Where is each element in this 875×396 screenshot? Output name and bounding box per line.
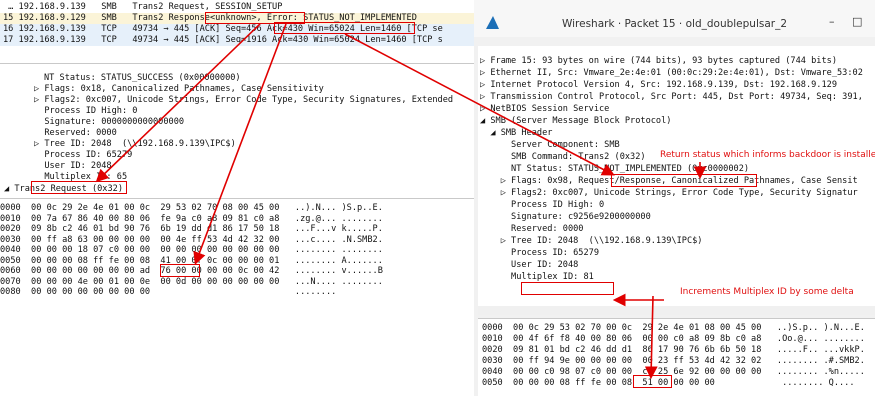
divider <box>0 63 474 64</box>
multiplex-81-box <box>521 282 614 295</box>
multiplex-65-highlight <box>31 181 127 194</box>
tree-item[interactable]: User ID: 2048 <box>34 161 111 172</box>
horizontal-scrollbar[interactable] <box>478 306 875 315</box>
maximize-button[interactable]: □ <box>852 15 862 28</box>
hex-row: 0080 00 00 00 00 00 00 00 00 ........ <box>0 287 337 297</box>
window-title: Wireshark · Packet 15 · old_doublepulsar… <box>561 18 788 30</box>
hex-row: 0020 09 8b c2 46 01 bd 90 76 6b 19 dd d1… <box>0 224 383 234</box>
tree-item[interactable]: SMB Command: Trans2 (0x32) <box>480 152 646 163</box>
tree-item-smb-header[interactable]: ◢ SMB Header <box>480 128 552 139</box>
tree-item-netbios[interactable]: ▷ NetBIOS Session Service <box>480 104 609 115</box>
hex-row: 0030 00 ff a8 63 00 00 00 00 00 4e ff 53… <box>0 234 383 245</box>
hex-row: 0000 00 0c 29 53 02 70 00 0c 29 2e 4e 01… <box>482 323 865 333</box>
tree-item[interactable]: Server Component: SMB <box>480 140 620 151</box>
hex-row: 0000 00 0c 29 2e 4e 01 00 0c 29 53 02 70… <box>0 203 383 213</box>
tree-item[interactable]: Signature: 0000000000000000 <box>34 117 184 128</box>
tree-item[interactable]: ▷ Flags: 0x18, Canonicalized Pathnames, … <box>34 84 324 95</box>
tree-item[interactable]: ▷ Flags2: 0xc007, Unicode Strings, Error… <box>480 188 858 199</box>
hex-row: 0030 00 ff 94 9e 00 00 00 00 00 23 ff 53… <box>482 356 865 366</box>
tree-item[interactable]: Process ID High: 0 <box>34 106 137 117</box>
tree-item[interactable]: NT Status: STATUS_SUCCESS (0x00000000) <box>44 73 241 84</box>
tree-item-smb[interactable]: ◢ SMB (Server Message Block Protocol) <box>480 116 671 127</box>
tree-item-frame[interactable]: ▷ Frame 15: 93 bytes on wire (744 bits),… <box>480 56 837 67</box>
hex-row: 0040 00 00 c0 98 07 c0 00 00 c9 25 6e 92… <box>482 367 865 377</box>
left-pane: … 192.168.9.139 SMB Trans2 Request, SESS… <box>0 0 475 396</box>
packet-bytes: 0000 00 0c 29 53 02 70 00 0c 29 2e 4e 01… <box>478 318 875 396</box>
hex-row: 0070 00 00 00 4e 00 01 00 0e 00 0d 00 00… <box>0 276 383 287</box>
hex-row: 0040 00 00 00 18 07 c0 00 00 00 00 00 00… <box>0 245 383 255</box>
tree-item[interactable]: ▷ Flags2: 0xc007, Unicode Strings, Error… <box>34 95 453 106</box>
status-not-implemented-highlight <box>274 22 415 34</box>
title-bar[interactable]: Wireshark · Packet 15 · old_doublepulsar… <box>474 0 875 37</box>
tree-item[interactable]: ▷ Tree ID: 2048 (\\192.168.9.139\IPC$) <box>480 236 703 247</box>
tree-item-ethernet[interactable]: ▷ Ethernet II, Src: Vmware_2e:4e:01 (00:… <box>480 68 863 79</box>
tree-item[interactable]: Process ID: 65279 <box>480 248 599 259</box>
tree-item[interactable]: Reserved: 0000 <box>34 128 116 139</box>
tree-item[interactable]: Process ID: 65279 <box>34 150 132 161</box>
tree-item[interactable]: Signature: c9256e9200000000 <box>480 212 651 223</box>
hex-row: 0020 09 81 01 bd c2 46 dd d1 86 17 90 76… <box>482 345 865 355</box>
divider <box>0 198 474 199</box>
minimize-button[interactable]: – <box>829 15 835 28</box>
backdoor-annotation: Return status which informs backdoor is … <box>660 150 875 160</box>
tree-item-ip[interactable]: ▷ Internet Protocol Version 4, Src: 192.… <box>480 80 837 91</box>
hex-row: 0010 00 4f 6f f8 40 00 80 06 00 00 c0 a8… <box>482 334 865 344</box>
hex-row: 0010 00 7a 67 86 40 00 80 06 fe 9a c0 a8… <box>0 213 383 224</box>
hex-41-highlight <box>160 264 200 277</box>
tree-item-tcp[interactable]: ▷ Transmission Control Protocol, Src Por… <box>480 92 863 103</box>
multiplex-annotation: Increments Multiplex ID by some delta <box>680 287 854 297</box>
tree-item[interactable]: ▷ Tree ID: 2048 (\\192.168.9.139\IPC$) <box>34 139 236 150</box>
tree-item[interactable]: Reserved: 0000 <box>480 224 583 235</box>
packet-window: Wireshark · Packet 15 · old_doublepulsar… <box>474 0 875 396</box>
status-not-implemented-box <box>611 174 757 187</box>
tree-item[interactable]: Process ID High: 0 <box>480 200 604 211</box>
hex-51-box <box>633 375 672 388</box>
packet-row[interactable]: 17 192.168.9.139 TCP 49734 → 445 [ACK] S… <box>0 35 474 46</box>
tree-item[interactable]: User ID: 2048 <box>480 260 578 271</box>
